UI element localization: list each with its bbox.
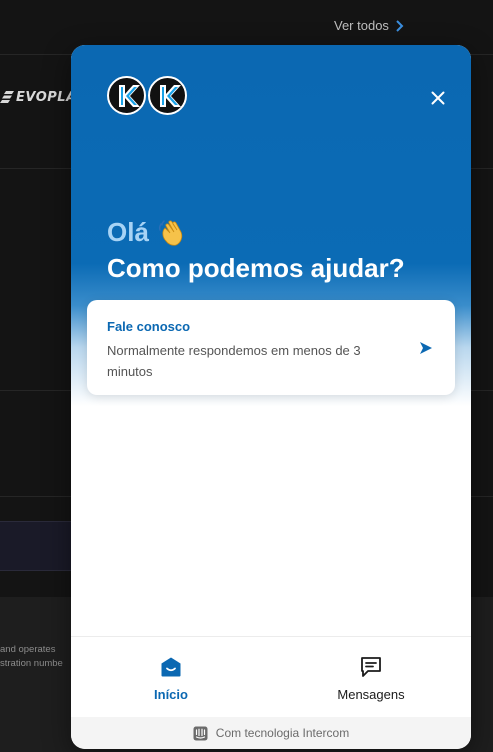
messenger-header: Olá Como podemos ajudar? Fale conosco No… xyxy=(71,45,471,465)
team-logos xyxy=(107,76,187,115)
close-icon xyxy=(431,91,445,105)
powered-by-label: Com tecnologia Intercom xyxy=(215,726,350,740)
tab-messages-label: Mensagens xyxy=(337,687,405,702)
chevron-right-icon xyxy=(396,19,404,32)
messenger-panel: Olá Como podemos ajudar? Fale conosco No… xyxy=(71,45,471,749)
greeting: Olá xyxy=(107,217,187,248)
send-icon xyxy=(420,342,432,354)
background-banner xyxy=(0,521,80,571)
footer-text: and operates xyxy=(0,644,56,655)
view-all-link[interactable]: Ver todos xyxy=(334,18,404,33)
provider-name: EVOPLA xyxy=(16,89,71,105)
footer-text: stration numbe xyxy=(0,658,63,669)
k-logo-icon xyxy=(159,84,181,107)
tab-home[interactable]: Início xyxy=(71,637,271,717)
page-title: Como podemos ajudar? xyxy=(107,253,405,283)
contact-us-card[interactable]: Fale conosco Normalmente respondemos em … xyxy=(87,300,455,395)
bottom-navigation: Início Mensagens xyxy=(71,636,471,717)
team-avatar xyxy=(148,76,187,115)
greeting-text: Olá xyxy=(107,217,149,247)
powered-by-intercom[interactable]: Com tecnologia Intercom xyxy=(71,717,471,749)
close-button[interactable] xyxy=(427,87,449,109)
tab-messages[interactable]: Mensagens xyxy=(271,637,471,717)
waving-hand-icon xyxy=(158,219,183,246)
provider-logo[interactable]: EVOPLA xyxy=(0,88,71,106)
intercom-icon xyxy=(193,726,208,740)
team-avatar xyxy=(107,76,146,115)
evoplay-mark-icon xyxy=(0,91,14,103)
view-all-label: Ver todos xyxy=(334,18,389,33)
k-logo-icon xyxy=(118,84,140,107)
tab-home-label: Início xyxy=(154,687,188,702)
contact-title: Fale conosco xyxy=(107,319,191,334)
messages-icon xyxy=(361,657,381,677)
contact-description: Normalmente respondemos em menos de 3 mi… xyxy=(107,343,361,379)
home-icon xyxy=(161,657,181,677)
